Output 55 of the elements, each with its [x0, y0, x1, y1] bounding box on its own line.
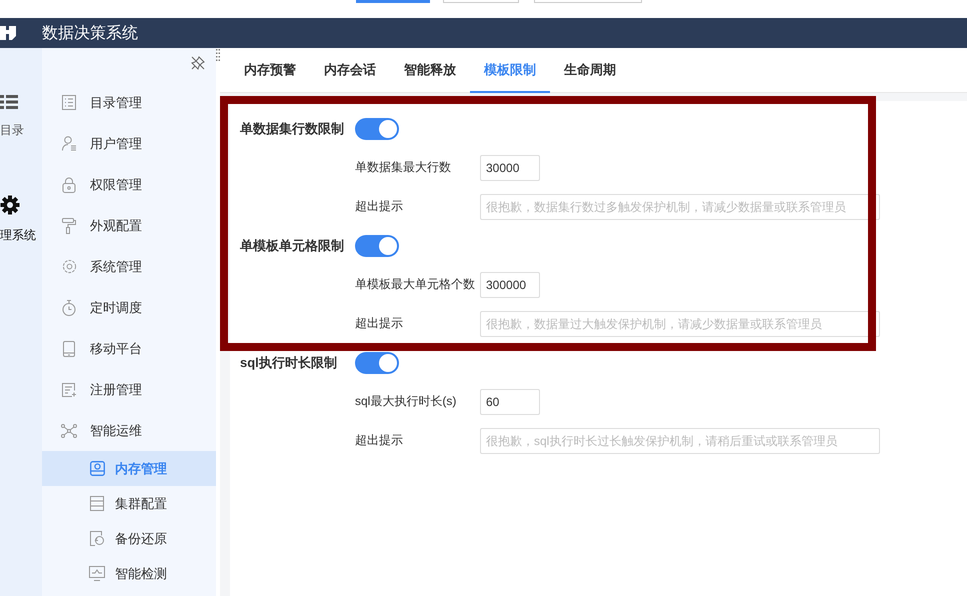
- menu-item[interactable]: 系统管理: [42, 246, 216, 287]
- tab[interactable]: 内存预警: [230, 48, 310, 93]
- submenu-item[interactable]: 智能检测: [42, 556, 216, 591]
- menu-item[interactable]: 移动平台: [42, 328, 216, 369]
- setting-label: 单数据集行数限制: [240, 120, 345, 138]
- phone-icon: [63, 340, 75, 356]
- number-field[interactable]: 30000: [480, 154, 540, 180]
- stopwatch-icon: [62, 300, 76, 316]
- menu-item[interactable]: 用户管理: [42, 123, 216, 164]
- message-field[interactable]: 很抱歉，sql执行时长过长触发保护机制，请稍后重试或联系管理员: [480, 428, 880, 454]
- logo-icon: [0, 25, 16, 41]
- message-field[interactable]: 很抱歉，数据集行数过多触发保护机制，请减少数据量或联系管理员: [480, 194, 880, 220]
- network-icon: [61, 424, 77, 438]
- document-icon: [62, 95, 76, 110]
- setting-label: sql执行时长限制: [240, 354, 338, 372]
- form-add-icon: [62, 382, 76, 396]
- toggle-switch[interactable]: [355, 352, 399, 374]
- number-field[interactable]: 60: [480, 388, 540, 414]
- rail-label[interactable]: 目录: [0, 122, 24, 139]
- tab[interactable]: 智能释放: [390, 48, 470, 93]
- menu-item[interactable]: 外观配置: [42, 205, 216, 246]
- field-label: 单数据集最大行数: [355, 159, 452, 176]
- drive-icon: [90, 461, 104, 476]
- app-title: 数据决策系统: [42, 24, 138, 44]
- menu-item[interactable]: 注册管理: [42, 369, 216, 410]
- field-label: 单模板最大单元格个数: [355, 276, 476, 293]
- grip-icon[interactable]: [216, 49, 220, 61]
- user-icon: [62, 136, 76, 151]
- number-field[interactable]: 300000: [480, 272, 540, 298]
- setting-label: 单模板单元格限制: [240, 236, 345, 254]
- pin-icon[interactable]: [191, 56, 205, 70]
- list-icon: [0, 94, 18, 110]
- server-icon: [90, 496, 104, 511]
- toggle-switch[interactable]: [355, 118, 399, 140]
- lock-icon: [62, 176, 76, 192]
- rail-label[interactable]: 理系统: [0, 227, 36, 244]
- tab[interactable]: 模板限制: [470, 48, 550, 93]
- menu-item[interactable]: 定时调度: [42, 287, 216, 328]
- tab[interactable]: 内存会话: [310, 48, 390, 93]
- restore-icon: [90, 531, 104, 546]
- message-field[interactable]: 很抱歉，数据量过大触发保护机制，请减少数据量或联系管理员: [480, 310, 880, 336]
- field-label: sql最大执行时长(s): [355, 393, 458, 410]
- monitor-icon: [89, 566, 105, 581]
- menu-item[interactable]: 权限管理: [42, 164, 216, 205]
- field-label: 超出提示: [355, 315, 404, 332]
- field-label: 超出提示: [355, 198, 404, 215]
- paint-roller-icon: [62, 218, 76, 234]
- submenu-item[interactable]: 集群配置: [42, 486, 216, 521]
- menu-item[interactable]: 目录管理: [42, 82, 216, 123]
- field-label: 超出提示: [355, 432, 404, 449]
- menu-item[interactable]: 智能运维: [42, 410, 216, 451]
- toggle-switch[interactable]: [355, 234, 399, 256]
- submenu-item[interactable]: 备份还原: [42, 521, 216, 556]
- tab[interactable]: 生命周期: [550, 48, 630, 93]
- gear-icon: [62, 259, 76, 274]
